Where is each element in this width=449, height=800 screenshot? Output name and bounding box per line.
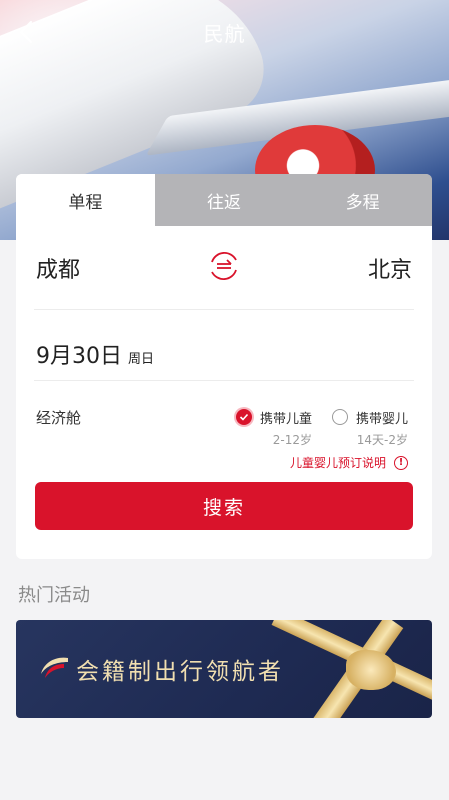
airline-logo-icon	[41, 657, 68, 678]
section-title: 热门活动	[18, 585, 90, 606]
booking-info-text: 儿童婴儿预订说明	[289, 456, 386, 470]
departure-weekday: 周日	[128, 352, 155, 367]
route-row: 成都 北京	[16, 226, 432, 310]
search-button[interactable]: 搜索	[35, 482, 413, 530]
child-age-range: 2-12岁	[272, 433, 313, 447]
divider	[34, 309, 414, 310]
child-option[interactable]: 携带儿童 2-12岁	[236, 408, 312, 448]
chevron-left-icon	[19, 20, 33, 44]
swap-icon	[211, 251, 237, 281]
departure-city[interactable]: 成都	[36, 252, 80, 284]
infant-option-label: 携带婴儿	[356, 412, 409, 427]
info-icon: !	[394, 455, 408, 470]
promo-banner[interactable]: 会籍制出行领航者	[16, 620, 432, 718]
check-icon	[239, 413, 249, 421]
flight-search-card: 单程 往返 多程 成都 北京 9月30日 周日 经济舱 携带儿童 2-12岁 携…	[16, 174, 432, 559]
bow-decoration	[346, 650, 396, 690]
back-button[interactable]	[10, 16, 42, 48]
divider	[34, 380, 414, 381]
nav-bar: 民航	[0, 0, 449, 64]
tab-multi-city[interactable]: 多程	[293, 174, 432, 226]
trip-type-tabs: 单程 往返 多程	[16, 174, 432, 226]
tab-one-way[interactable]: 单程	[16, 174, 155, 226]
infant-option[interactable]: 携带婴儿 14天-2岁	[332, 408, 408, 448]
infant-age-range: 14天-2岁	[356, 433, 409, 447]
swap-cities-button[interactable]	[206, 248, 242, 288]
date-selector[interactable]: 9月30日 周日	[36, 330, 154, 370]
arrival-city[interactable]: 北京	[368, 252, 412, 284]
banner-text: 会籍制出行领航者	[76, 659, 284, 685]
cabin-class-selector[interactable]: 经济舱	[36, 407, 81, 428]
child-checkbox[interactable]	[236, 409, 252, 425]
page-title: 民航	[203, 21, 246, 46]
booking-info-link[interactable]: 儿童婴儿预订说明 !	[290, 454, 408, 471]
child-option-label: 携带儿童	[260, 412, 313, 427]
departure-date: 9月30日	[36, 344, 122, 369]
tab-round-trip[interactable]: 往返	[154, 174, 294, 226]
infant-checkbox[interactable]	[332, 409, 348, 425]
